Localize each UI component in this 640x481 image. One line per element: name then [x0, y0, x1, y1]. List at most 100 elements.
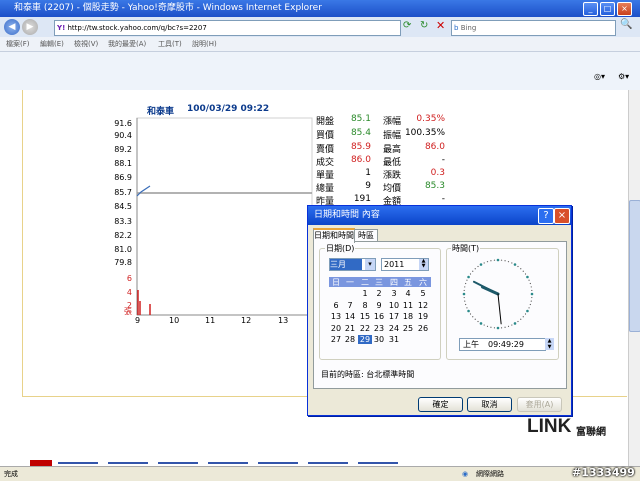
- clock-minute-mark: [493, 327, 496, 329]
- clock-minute-mark: [528, 279, 530, 281]
- y-tick: 82.2: [114, 231, 132, 240]
- calendar-day-selected[interactable]: 29: [358, 335, 372, 344]
- weekday-label: 四: [390, 278, 398, 287]
- x-tick: 10: [169, 316, 180, 325]
- logo-cn-text: 富聯網: [576, 427, 606, 438]
- calendar-day[interactable]: 6: [329, 301, 343, 310]
- time-group-label: 時間(T): [451, 243, 481, 254]
- info-value: 9: [365, 181, 371, 191]
- timezone-text: 目前的時區: 台北標準時間: [321, 370, 415, 379]
- calendar-day[interactable]: 4: [401, 289, 415, 298]
- clock-hour-mark: [479, 322, 483, 325]
- y-tick: 91.6: [114, 119, 132, 128]
- info-value: 0.3: [430, 168, 445, 178]
- chart-plot-area: [136, 117, 313, 316]
- calendar-day[interactable]: 16: [372, 312, 386, 321]
- y-tick: 81.0: [114, 245, 132, 254]
- calendar-day[interactable]: 9: [372, 301, 386, 310]
- calendar-day[interactable]: 15: [358, 312, 372, 321]
- help-icon[interactable]: ?: [538, 208, 554, 224]
- scrollbar-thumb[interactable]: [629, 200, 640, 332]
- clock-minute-mark: [531, 289, 533, 292]
- status-bar: 完成 ◉ 網際網路: [0, 466, 640, 481]
- volume-tick: 6: [126, 274, 132, 283]
- calendar-day[interactable]: 22: [358, 324, 372, 333]
- calendar-day[interactable]: 13: [329, 312, 343, 321]
- datetime-dialog: 日期和時間 內容 ? × 日期和時間 時區 日期(D) 三月 ▾ 2011 ▲ ▼…: [307, 205, 572, 416]
- calendar-day[interactable]: 25: [401, 324, 415, 333]
- calendar-day[interactable]: 26: [416, 324, 430, 333]
- info-value: -: [441, 155, 445, 165]
- clock-minute-mark: [522, 270, 524, 272]
- clock-minute-mark: [472, 270, 474, 272]
- calendar-day[interactable]: 11: [401, 301, 415, 310]
- calendar-day[interactable]: 10: [387, 301, 401, 310]
- calendar-day[interactable]: 30: [372, 335, 386, 344]
- time-field[interactable]: 上午 09:49:29: [459, 338, 546, 351]
- time-value: 09:49:29: [488, 340, 524, 349]
- clock-minute-mark: [463, 296, 465, 299]
- calendar-day[interactable]: 8: [358, 301, 372, 310]
- calendar-day[interactable]: 14: [343, 312, 357, 321]
- info-value: -: [441, 194, 445, 204]
- clock-minute-mark: [511, 324, 513, 326]
- clock-minute-mark: [500, 327, 503, 329]
- chevron-down-icon[interactable]: ▾: [365, 259, 375, 270]
- y-tick: 83.3: [114, 217, 132, 226]
- clock-minute-mark: [483, 262, 485, 264]
- clock-minute-mark: [530, 286, 532, 288]
- cancel-button[interactable]: 取消: [467, 397, 512, 412]
- calendar-day[interactable]: 17: [387, 312, 401, 321]
- calendar-day[interactable]: 18: [401, 312, 415, 321]
- spinner-icon[interactable]: ▲ ▼: [419, 259, 428, 270]
- calendar-day[interactable]: 7: [343, 301, 357, 310]
- clock-minute-mark: [529, 282, 531, 285]
- clock-minute-mark: [524, 273, 527, 275]
- info-value: 85.1: [350, 114, 371, 124]
- zone-text: 網際網路: [476, 470, 504, 478]
- time-spinner-icon[interactable]: ▲ ▼: [545, 338, 554, 350]
- clock-minute-mark: [465, 282, 467, 285]
- clock-minute-mark: [528, 307, 530, 309]
- tab-date-time[interactable]: 日期和時間: [313, 228, 355, 243]
- x-tick: 11: [205, 316, 216, 325]
- calendar-day[interactable]: 24: [387, 324, 401, 333]
- calendar-day[interactable]: 20: [329, 324, 343, 333]
- year-spinner[interactable]: 2011 ▲ ▼: [381, 258, 429, 271]
- clock-minute-mark: [483, 324, 485, 326]
- clock-minute-mark: [477, 320, 479, 323]
- status-text: 完成: [4, 470, 18, 478]
- clock-hour-mark: [467, 309, 470, 313]
- calendar-day[interactable]: 1: [358, 289, 372, 298]
- month-select[interactable]: 三月 ▾: [329, 258, 376, 271]
- info-value: 85.9: [350, 142, 371, 152]
- calendar-day[interactable]: 19: [416, 312, 430, 321]
- price-line: [136, 185, 151, 197]
- clock-minute-mark: [522, 316, 524, 318]
- month-value: 三月: [330, 259, 362, 270]
- calendar-day[interactable]: 27: [329, 335, 343, 344]
- close-icon[interactable]: ×: [554, 208, 570, 224]
- date-group-label: 日期(D): [325, 243, 356, 254]
- clock-minute-mark: [474, 318, 476, 320]
- calendar-day[interactable]: 5: [416, 289, 430, 298]
- clock-minute-mark: [504, 260, 506, 262]
- calendar-day[interactable]: 28: [343, 335, 357, 344]
- weekday-label: 二: [361, 278, 369, 287]
- calendar-day[interactable]: 31: [387, 335, 401, 344]
- ok-button[interactable]: 確定: [418, 397, 463, 412]
- clock-minute-mark: [469, 273, 472, 275]
- clock-minute-mark: [493, 259, 496, 261]
- calendar-day[interactable]: 12: [416, 301, 430, 310]
- calendar-day[interactable]: 2: [372, 289, 386, 298]
- info-value: 0.35%: [416, 114, 445, 124]
- calendar-day[interactable]: 21: [343, 324, 357, 333]
- volume-unit: 張: [124, 307, 132, 316]
- calendar-day[interactable]: 23: [372, 324, 386, 333]
- weekday-label: 一: [346, 278, 354, 287]
- apply-button[interactable]: 套用(A): [517, 397, 562, 412]
- clock-minute-mark: [504, 326, 506, 328]
- clock-hour-mark: [496, 258, 500, 262]
- calendar-day[interactable]: 3: [387, 289, 401, 298]
- clock-hour-mark: [467, 275, 470, 279]
